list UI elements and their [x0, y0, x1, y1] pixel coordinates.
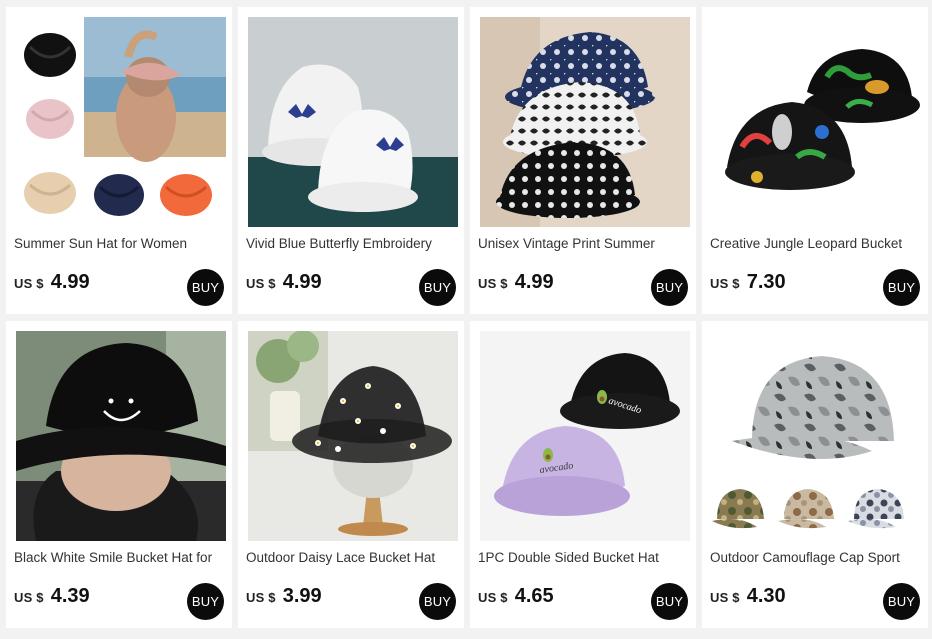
product-title[interactable]: Outdoor Daisy Lace Bucket Hat [246, 550, 458, 566]
price-value: 4.99 [282, 271, 322, 293]
buy-button[interactable]: BUY [187, 583, 224, 620]
product-price: US $ 4.30 [710, 585, 786, 608]
product-card[interactable]: Creative Jungle Leopard Bucket US $ 7.30… [702, 7, 928, 314]
product-title[interactable]: Outdoor Camouflage Cap Sport [710, 550, 922, 566]
buy-button[interactable]: BUY [651, 269, 688, 306]
currency-label: US $ [14, 276, 44, 291]
product-image-avocado-bucket-hats[interactable]: avocado avocado [480, 331, 690, 541]
product-title[interactable]: Black White Smile Bucket Hat for [14, 550, 226, 566]
product-image-smile-bucket-hat[interactable] [16, 331, 226, 541]
product-price: US $ 7.30 [710, 271, 786, 294]
price-value: 4.30 [746, 585, 786, 607]
product-image-paisley-bucket-hats[interactable] [480, 17, 690, 227]
buy-button[interactable]: BUY [419, 269, 456, 306]
currency-label: US $ [478, 276, 508, 291]
buy-button[interactable]: BUY [187, 269, 224, 306]
price-value: 4.39 [50, 585, 90, 607]
currency-label: US $ [710, 276, 740, 291]
product-price: US $ 4.99 [14, 271, 90, 294]
price-value: 7.30 [746, 271, 786, 293]
product-card[interactable]: Outdoor Daisy Lace Bucket Hat US $ 3.99 … [238, 321, 464, 628]
product-price: US $ 4.99 [478, 271, 554, 294]
product-card[interactable]: Unisex Vintage Print Summer US $ 4.99 BU… [470, 7, 696, 314]
product-price: US $ 4.99 [246, 271, 322, 294]
product-image-jungle-bucket-hats[interactable] [712, 17, 922, 227]
product-image-daisy-lace-hat[interactable] [248, 331, 458, 541]
product-title[interactable]: Unisex Vintage Print Summer [478, 236, 690, 252]
product-title[interactable]: Summer Sun Hat for Women [14, 236, 226, 252]
buy-button[interactable]: BUY [419, 583, 456, 620]
product-grid: Summer Sun Hat for Women US $ 4.99 BUY V… [0, 0, 932, 639]
product-card[interactable]: Summer Sun Hat for Women US $ 4.99 BUY [6, 7, 232, 314]
product-card[interactable]: avocado avocado 1PC Double Sided Bucket … [470, 321, 696, 628]
product-price: US $ 3.99 [246, 585, 322, 608]
buy-button[interactable]: BUY [651, 583, 688, 620]
buy-button[interactable]: BUY [883, 583, 920, 620]
price-value: 4.65 [514, 585, 554, 607]
buy-button[interactable]: BUY [883, 269, 920, 306]
price-value: 4.99 [50, 271, 90, 293]
currency-label: US $ [246, 276, 276, 291]
product-card[interactable]: Outdoor Camouflage Cap Sport US $ 4.30 B… [702, 321, 928, 628]
currency-label: US $ [14, 590, 44, 605]
product-card[interactable]: Black White Smile Bucket Hat for US $ 4.… [6, 321, 232, 628]
product-title[interactable]: Vivid Blue Butterfly Embroidery [246, 236, 458, 252]
currency-label: US $ [710, 590, 740, 605]
product-title[interactable]: 1PC Double Sided Bucket Hat [478, 550, 690, 566]
product-price: US $ 4.65 [478, 585, 554, 608]
product-card[interactable]: Vivid Blue Butterfly Embroidery US $ 4.9… [238, 7, 464, 314]
product-image-camouflage-caps[interactable] [712, 331, 922, 541]
price-value: 4.99 [514, 271, 554, 293]
price-value: 3.99 [282, 585, 322, 607]
currency-label: US $ [478, 590, 508, 605]
product-title[interactable]: Creative Jungle Leopard Bucket [710, 236, 922, 252]
currency-label: US $ [246, 590, 276, 605]
product-image-butterfly-bucket-hats[interactable] [248, 17, 458, 227]
product-price: US $ 4.39 [14, 585, 90, 608]
product-image-visor-hats[interactable] [16, 17, 226, 227]
